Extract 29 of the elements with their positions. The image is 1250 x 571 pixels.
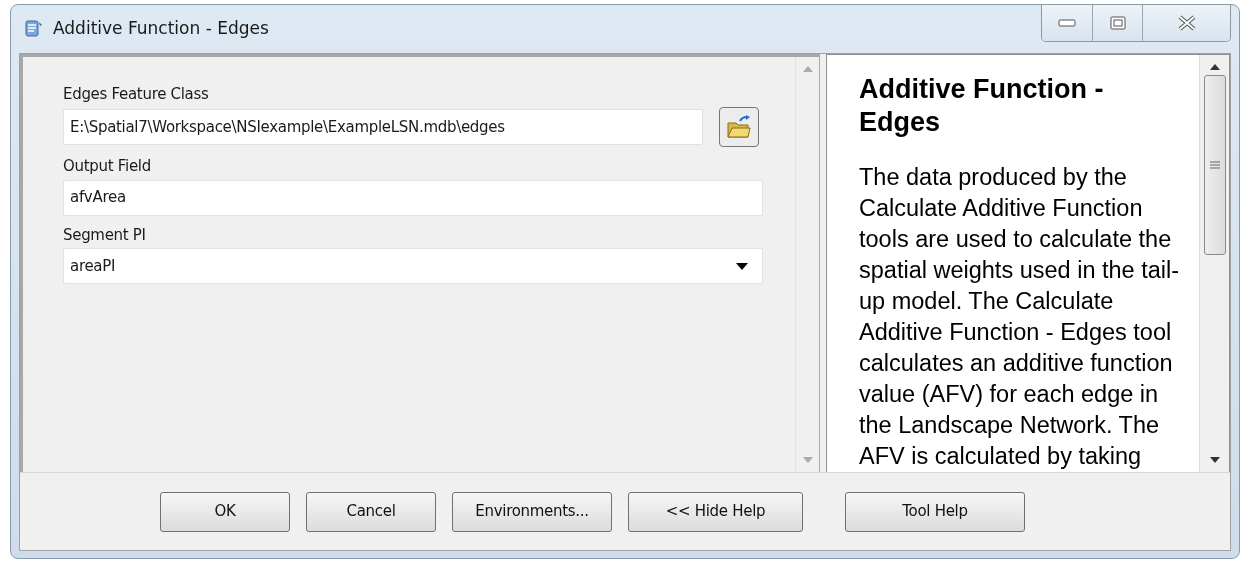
maximize-icon: [1109, 16, 1126, 30]
script-icon: [23, 17, 45, 40]
field-label: Segment PI: [63, 224, 147, 246]
folder-icon: [726, 115, 752, 139]
scroll-up-icon[interactable]: [1208, 62, 1221, 71]
dialog-button[interactable]: OK: [160, 491, 290, 532]
minimize-button[interactable]: [1042, 5, 1092, 41]
scroll-down-icon[interactable]: [1208, 456, 1221, 464]
maximize-button[interactable]: [1092, 5, 1142, 41]
dialog-button[interactable]: Environments...: [452, 491, 612, 532]
caret-icon: [736, 262, 748, 270]
help-title: Additive Function - Edges: [859, 72, 1105, 140]
minimize-icon: [1058, 19, 1076, 27]
help-text: The data produced by the Calculate Additive Function tools are used to calculate the spatial weights used in the tail- up model. The Calculate Additive Function - Edges tool calculates an additive function value (AFV) for each edge in the Landscape Network. The AFV is calculated by taking: [859, 163, 1181, 471]
field-label: Output Field: [63, 156, 152, 177]
input-field[interactable]: E:\Spatial7\Workspace\NSIexample\ExampleLSN.mdb\edges: [63, 109, 703, 145]
close-icon: [1176, 15, 1197, 31]
browse-button[interactable]: [719, 107, 759, 147]
scroll-thumb[interactable]: [1203, 74, 1226, 255]
field-label: Edges Feature Class: [63, 83, 210, 105]
window-title: Additive Function - Edges: [53, 17, 269, 40]
dropdown[interactable]: areaPI: [63, 248, 763, 284]
dialog-button[interactable]: Cancel: [306, 491, 436, 532]
input-field[interactable]: afvArea: [63, 179, 763, 216]
close-button[interactable]: [1142, 5, 1230, 41]
dialog-button[interactable]: Tool Help: [845, 491, 1025, 532]
scrollbar[interactable]: [1199, 54, 1229, 472]
grip-icon: [1208, 159, 1221, 170]
dialog-button[interactable]: << Hide Help: [628, 491, 803, 532]
